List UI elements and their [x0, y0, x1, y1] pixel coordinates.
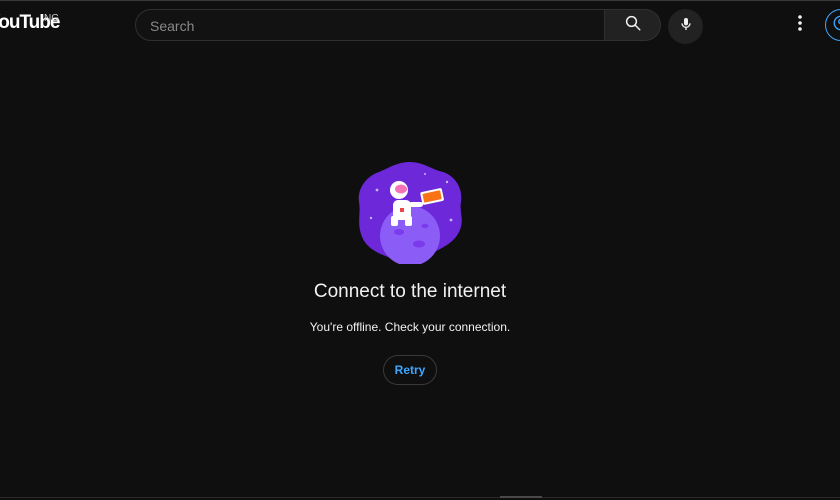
account-circle-icon — [832, 14, 840, 37]
offline-illustration — [355, 160, 465, 266]
scroll-indicator — [500, 496, 542, 498]
search-button[interactable] — [605, 9, 661, 41]
vertical-dots-icon — [797, 14, 803, 37]
search-input[interactable] — [148, 10, 592, 42]
more-options-button[interactable] — [786, 11, 814, 39]
search-box[interactable] — [135, 9, 605, 42]
offline-title: Connect to the internet — [313, 281, 507, 302]
search-icon — [624, 14, 642, 37]
retry-button[interactable]: Retry — [383, 355, 437, 385]
voice-search-button[interactable] — [668, 9, 703, 44]
offline-message: You're offline. Check your connection. — [309, 320, 511, 334]
account-button[interactable] — [825, 9, 840, 41]
microphone-icon — [678, 16, 694, 37]
top-bar: YouTube NG — [0, 0, 840, 49]
bottom-divider — [0, 497, 840, 498]
logo-region-code: NG — [44, 13, 59, 24]
